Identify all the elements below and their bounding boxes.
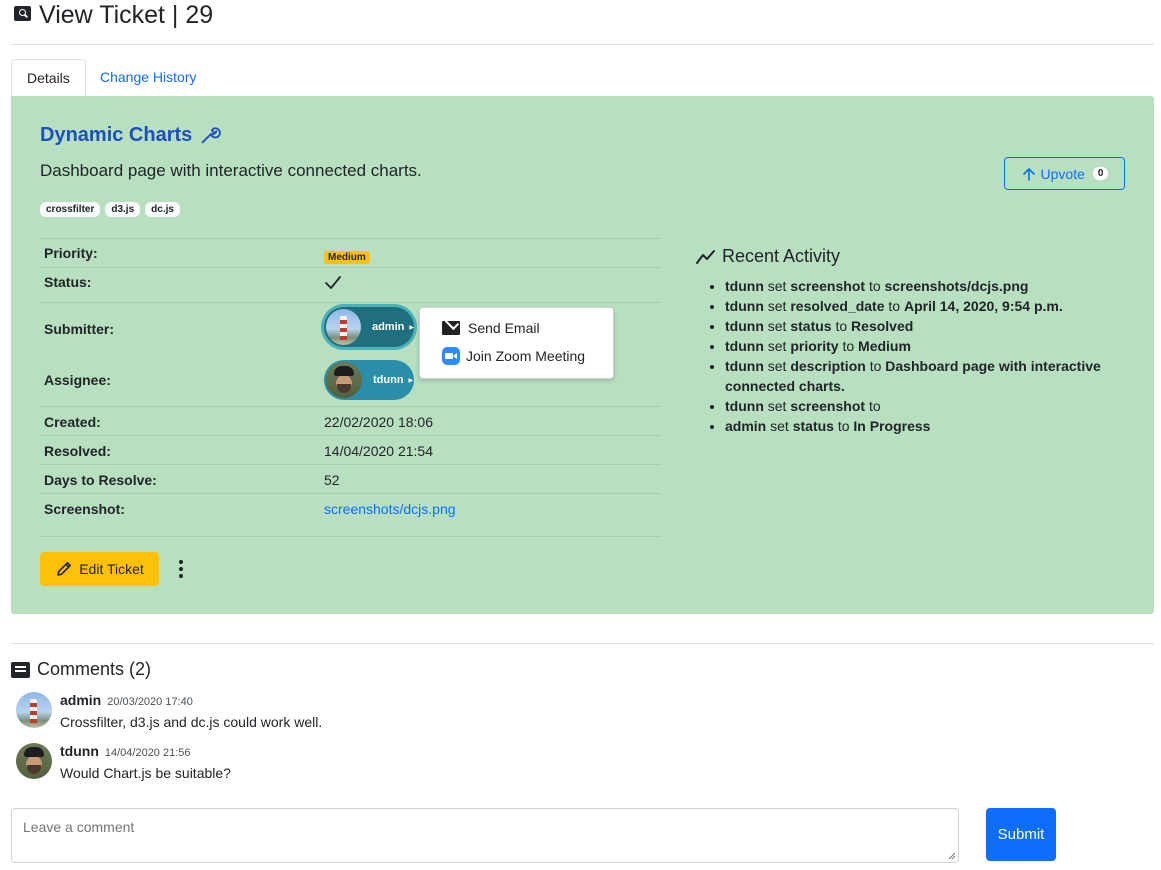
recent-activity-title: Recent Activity (722, 246, 841, 266)
ticket-title: Dynamic Charts (40, 124, 193, 146)
status-label: Status: (44, 274, 92, 290)
page-header: View Ticket | 29 (11, 0, 1154, 45)
screenshot-label: Screenshot: (44, 501, 125, 517)
submitter-user-chip[interactable]: admin ▶ (324, 307, 414, 347)
tab-details[interactable]: Details (11, 59, 86, 96)
caret-right-icon: ▶ (409, 324, 414, 331)
zoom-meeting-menu-item[interactable]: Join Zoom Meeting (442, 347, 585, 365)
tab-change-history[interactable]: Change History (84, 59, 213, 96)
comment-input[interactable] (11, 808, 959, 863)
details-table: Priority: Medium Status: Submitter: admi… (40, 238, 661, 522)
caret-right-icon: ▶ (408, 377, 414, 384)
upvote-button[interactable]: Upvote 0 (1004, 157, 1125, 190)
recent-activity-header: Recent Activity (696, 246, 1116, 267)
detail-row-resolved: Resolved: 14/04/2020 21:54 (40, 435, 661, 464)
recent-activity: Recent Activity tdunn set screenshot to … (696, 246, 1116, 436)
tag-list: crossfilter d3.js dc.js (40, 202, 180, 217)
activity-item: tdunn set priority to Medium (725, 336, 1116, 356)
ticket-description: Dashboard page with interactive connecte… (40, 161, 422, 180)
priority-badge: Medium (324, 251, 370, 264)
created-label: Created: (44, 414, 101, 430)
resolved-value: 14/04/2020 21:54 (324, 443, 433, 459)
detail-row-days: Days to Resolve: 52 (40, 464, 661, 493)
details-divider (40, 536, 661, 537)
submit-comment-button[interactable]: Submit (986, 808, 1056, 861)
submitter-label: Submitter: (44, 321, 114, 337)
detail-row-screenshot: Screenshot: screenshots/dcjs.png (40, 493, 661, 522)
tab-bar: Details Change History (11, 59, 1154, 96)
page-title: View Ticket | 29 (39, 1, 214, 29)
send-email-menu-item[interactable]: Send Email (442, 320, 540, 336)
priority-label: Priority: (44, 245, 98, 261)
edit-ticket-button[interactable]: Edit Ticket (40, 552, 159, 586)
activity-item: admin set status to In Progress (725, 416, 1116, 436)
comment-author: tdunn 14/04/2020 21:56 (60, 743, 191, 759)
created-value: 22/02/2020 18:06 (324, 414, 433, 430)
arrow-up-icon (1022, 167, 1035, 181)
comment-date: 14/04/2020 21:56 (104, 747, 191, 759)
user-contact-menu: Send Email Join Zoom Meeting (419, 307, 614, 379)
comment-author: admin 20/03/2020 17:40 (60, 692, 193, 708)
screenshot-link[interactable]: screenshots/dcjs.png (324, 501, 456, 517)
envelope-icon (442, 321, 460, 335)
comment-date: 20/03/2020 17:40 (107, 696, 193, 708)
edit-ticket-label: Edit Ticket (79, 561, 144, 577)
assignee-user-chip[interactable]: tdunn ▶ (324, 360, 414, 400)
comment-icon (11, 661, 30, 678)
activity-item: tdunn set resolved_date to April 14, 202… (725, 296, 1116, 316)
avatar (16, 692, 52, 728)
tag[interactable]: crossfilter (40, 202, 101, 217)
send-email-label: Send Email (468, 320, 540, 336)
detail-row-status: Status: (40, 267, 661, 302)
activity-list: tdunn set screenshot to screenshots/dcjs… (696, 276, 1116, 436)
checkmark-icon (325, 276, 341, 289)
detail-row-created: Created: 22/02/2020 18:06 (40, 406, 661, 435)
assignee-name: tdunn (373, 374, 404, 386)
activity-item: tdunn set description to Dashboard page … (725, 356, 1116, 396)
more-options-icon[interactable] (174, 557, 188, 581)
assignee-label: Assignee: (44, 372, 111, 388)
activity-chart-icon (696, 249, 715, 264)
section-divider (11, 643, 1154, 644)
days-value: 52 (324, 472, 340, 488)
days-label: Days to Resolve: (44, 472, 157, 488)
submitter-name: admin (371, 321, 405, 333)
tag[interactable]: dc.js (145, 202, 180, 217)
avatar (326, 362, 362, 398)
zoom-meeting-label: Join Zoom Meeting (466, 348, 586, 364)
detail-row-priority: Priority: Medium (40, 238, 661, 267)
zoom-icon (442, 347, 460, 365)
upvote-label: Upvote (1040, 165, 1085, 182)
avatar (16, 743, 52, 779)
resolved-label: Resolved: (44, 443, 111, 459)
activity-item: tdunn set screenshot to screenshots/dcjs… (725, 276, 1116, 296)
comments-header: Comments (2) (11, 659, 151, 680)
search-ticket-icon (14, 6, 31, 21)
comment-text: Crossfilter, d3.js and dc.js could work … (60, 714, 323, 730)
resize-handle-icon[interactable] (946, 850, 956, 860)
pencil-icon (57, 562, 72, 576)
upvote-count: 0 (1092, 167, 1109, 180)
activity-item: tdunn set status to Resolved (725, 316, 1116, 336)
tag[interactable]: d3.js (105, 202, 141, 217)
comments-title: Comments (2) (37, 659, 152, 679)
activity-item: tdunn set screenshot to (725, 396, 1116, 416)
wrench-icon (201, 127, 221, 144)
avatar (326, 309, 361, 345)
comment-text: Would Chart.js be suitable? (60, 765, 231, 781)
